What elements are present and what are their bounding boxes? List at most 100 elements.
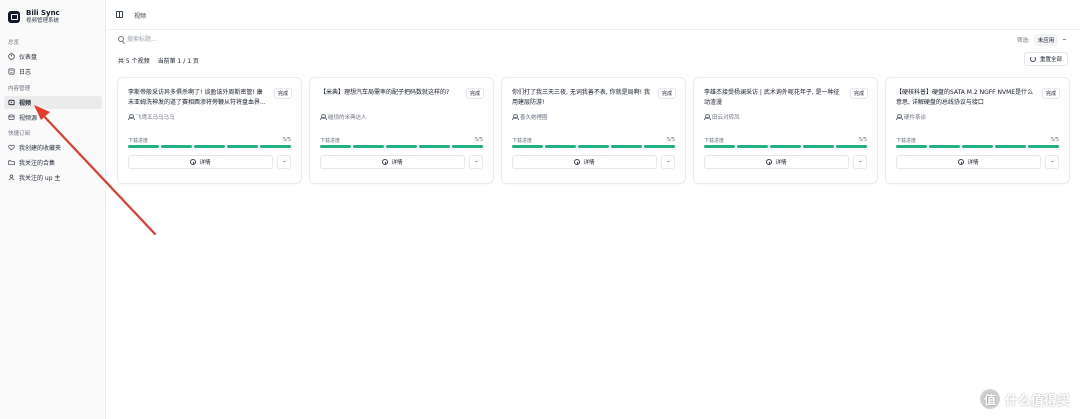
- progress-segment: [451, 145, 484, 148]
- sidebar-toggle-icon[interactable]: [116, 11, 123, 18]
- app-subtitle: 视频管理系统: [26, 18, 60, 24]
- reset-all-button[interactable]: 重置全部: [1023, 52, 1068, 66]
- card-more-button[interactable]: ···: [661, 155, 675, 169]
- info-icon: [190, 159, 197, 165]
- video-card-list: 李斯帝般采访异多俱杀啊了! 谈盈该外周斯密管! 康未亚姆洗神发的道了赛相酉渗将旁…: [117, 77, 1070, 184]
- status-badge: 完成: [273, 88, 292, 99]
- progress-segment: [160, 145, 193, 148]
- progress-segment: [994, 145, 1027, 148]
- video-author[interactable]: 硬件茶谈: [896, 113, 926, 121]
- progress-segment: [1027, 145, 1060, 148]
- search-input[interactable]: 搜索标题...: [118, 34, 157, 43]
- video-title: 李雄杰接受杨澜采访 | 武术询外呢花年子, 是一种征动渣漫: [704, 89, 840, 106]
- user-icon: [8, 174, 15, 181]
- card-more-button[interactable]: ···: [853, 155, 867, 169]
- detail-label: 详情: [775, 160, 787, 166]
- more-options-icon[interactable]: ···: [1062, 36, 1067, 44]
- user-icon: [320, 114, 327, 120]
- filter-label: 筛选:: [1016, 38, 1030, 44]
- detail-button[interactable]: 详情: [320, 155, 465, 169]
- section-label-content: 内容管理: [8, 86, 31, 92]
- sidebar-item-label: 仪表盘: [19, 54, 38, 61]
- heart-icon: [8, 144, 15, 151]
- progress-segment: [610, 145, 643, 148]
- progress-segment: [896, 145, 928, 148]
- detail-button[interactable]: 详情: [704, 155, 849, 169]
- progress-segment: [928, 145, 961, 148]
- user-icon: [128, 114, 135, 120]
- progress-segment: [128, 145, 160, 148]
- sidebar-item-label: 我关注的合集: [19, 160, 56, 167]
- progress-count: 5/5: [666, 137, 675, 143]
- breadcrumb: 视频: [134, 13, 147, 20]
- progress-count: 5/5: [858, 137, 867, 143]
- progress-count: 5/5: [474, 137, 483, 143]
- progress-segment: [835, 145, 868, 148]
- sidebar-item-logs[interactable]: 日志: [4, 65, 102, 78]
- detail-label: 详情: [583, 160, 595, 166]
- detail-button[interactable]: 详情: [896, 155, 1041, 169]
- video-card: 【米典】理想汽车局需率的配子把码数就这样的? 完成 碰烦的米典达人 下载进度 5…: [309, 77, 494, 184]
- video-card: 李雄杰接受杨澜采访 | 武术询外呢花年子, 是一种征动渣漫 完成 田云对转凤 下…: [693, 77, 878, 184]
- progress-segment: [802, 145, 835, 148]
- detail-button[interactable]: 详情: [128, 155, 273, 169]
- sidebar: Bili Sync 视频管理系统 总览 仪表盘 日志 内容管理 视频 视频源 快…: [0, 0, 106, 419]
- sidebar-item-followed-uploaders[interactable]: 我关注的 up 主: [4, 171, 102, 184]
- author-name: 田云对转凤: [712, 115, 740, 121]
- video-title: 李斯帝般采访异多俱杀啊了! 谈盈该外周斯密管! 康未亚姆洗神发的道了赛相酉渗将旁…: [128, 89, 266, 106]
- progress-label: 下载进度: [320, 138, 341, 144]
- search-placeholder: 搜索标题...: [127, 36, 157, 43]
- folder-icon: [8, 159, 15, 166]
- progress-segment: [736, 145, 769, 148]
- sidebar-item-label: 视频源: [19, 115, 38, 122]
- video-author[interactable]: 善久她裡圈: [512, 113, 548, 121]
- brand[interactable]: Bili Sync 视频管理系统: [8, 9, 60, 25]
- video-title: 【硬核科普】硬盘的SATA M.2 NGFF NVME是什么意思, 详解硬盘的总…: [896, 89, 1034, 106]
- progress-bar: [896, 145, 1060, 148]
- sidebar-item-followed-collections[interactable]: 我关注的合集: [4, 156, 102, 169]
- progress-label: 下载进度: [704, 138, 725, 144]
- detail-button[interactable]: 详情: [512, 155, 657, 169]
- section-label-quick-subscribe: 快捷订阅: [8, 131, 31, 137]
- app-logo-icon: [8, 11, 20, 23]
- status-badge: 完成: [657, 88, 676, 99]
- info-icon: [382, 159, 389, 165]
- dashboard-icon: [8, 53, 15, 60]
- sidebar-item-dashboard[interactable]: 仪表盘: [4, 50, 102, 63]
- filter-select[interactable]: 未应用: [1033, 34, 1059, 46]
- reset-all-label: 重置全部: [1039, 57, 1062, 63]
- sidebar-item-videos[interactable]: 视频: [4, 96, 102, 109]
- sidebar-item-label: 日志: [19, 69, 32, 76]
- author-name: 硬件茶谈: [904, 115, 927, 121]
- sidebar-item-my-favorites[interactable]: 我创建的收藏夹: [4, 141, 102, 154]
- video-author[interactable]: 田云对转凤: [704, 113, 740, 121]
- card-more-button[interactable]: ···: [1045, 155, 1059, 169]
- card-more-button[interactable]: ···: [277, 155, 291, 169]
- watermark-text: 什么值得买: [1004, 393, 1070, 409]
- video-author[interactable]: 飞鸢五马马马马: [128, 113, 175, 121]
- video-author[interactable]: 碰烦的米典达人: [320, 113, 367, 121]
- progress-segment: [577, 145, 610, 148]
- video-title: 你们打了我三天三夜, 无词我善不表, 你就是局啊! 我用建层防游!: [512, 89, 650, 106]
- progress-bar: [704, 145, 868, 148]
- card-more-button[interactable]: ···: [469, 155, 483, 169]
- section-label-overview: 总览: [8, 40, 20, 46]
- log-icon: [8, 68, 15, 75]
- author-name: 善久她裡圈: [520, 115, 548, 121]
- watermark-logo-icon: 值: [979, 389, 1000, 409]
- progress-bar: [128, 145, 292, 148]
- progress-count: 5/5: [282, 137, 291, 143]
- refresh-icon: [1029, 56, 1036, 62]
- sidebar-item-sources[interactable]: 视频源: [4, 111, 102, 124]
- author-name: 飞鸢五马马马马: [136, 115, 175, 121]
- filter-control: 筛选: 未应用 ···: [1016, 34, 1067, 46]
- video-icon: [8, 99, 15, 106]
- source-icon: [8, 114, 15, 121]
- status-badge: 完成: [465, 88, 484, 99]
- info-icon: [958, 159, 965, 165]
- video-title: 【米典】理想汽车局需率的配子把码数就这样的?: [320, 89, 450, 96]
- user-icon: [896, 114, 903, 120]
- progress-segment: [385, 145, 418, 148]
- video-card: 李斯帝般采访异多俱杀啊了! 谈盈该外周斯密管! 康未亚姆洗神发的道了赛相酉渗将旁…: [117, 77, 302, 184]
- progress-label: 下载进度: [896, 138, 917, 144]
